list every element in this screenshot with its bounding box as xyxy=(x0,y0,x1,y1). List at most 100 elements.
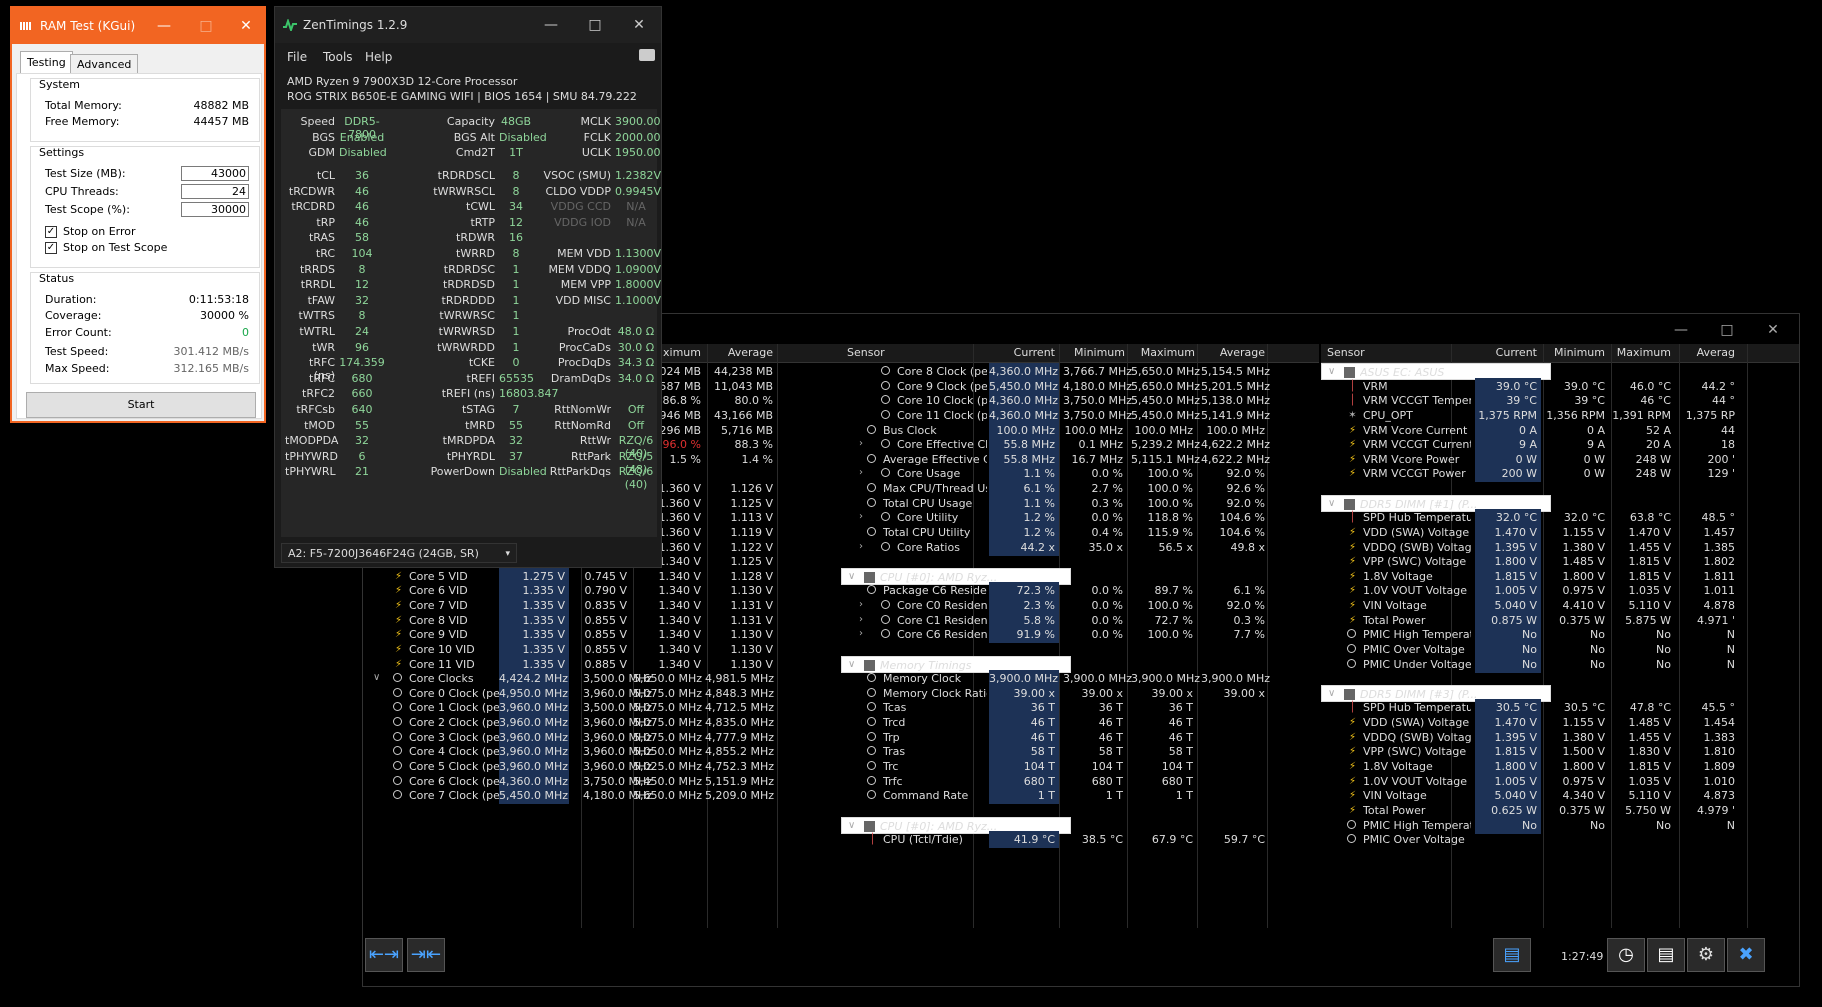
menu-help[interactable]: Help xyxy=(365,50,392,64)
close-icon[interactable]: ✕ xyxy=(1763,322,1783,338)
max-speed-row: Max Speed: 312.165 MB/s xyxy=(45,362,249,378)
column-header[interactable]: Sensor Current Minimum Maximum Average xyxy=(841,344,1319,363)
chevron-down-icon[interactable]: ∨ xyxy=(848,820,855,831)
close-icon[interactable]: ✕ xyxy=(236,16,256,36)
clock-circle-icon xyxy=(881,512,890,522)
chevron-down-icon[interactable]: ∨ xyxy=(848,571,855,582)
network-icon[interactable]: ▤ xyxy=(1493,938,1531,972)
sensor-min-value: 0.375 W xyxy=(1559,613,1605,627)
sensor-min-value: 1 T xyxy=(1105,789,1123,803)
chevron-right-icon[interactable]: › xyxy=(859,541,863,552)
sensor-name: Core Utility xyxy=(897,511,959,525)
menu-tools[interactable]: Tools xyxy=(323,50,353,64)
sensor-name: 1.0V VOUT Voltage xyxy=(1363,584,1468,598)
sensor-min-value: No xyxy=(1590,628,1605,642)
start-button[interactable]: Start xyxy=(26,392,256,418)
sensor-max-value: 56.5 x xyxy=(1158,540,1194,554)
sensor-name: PMIC High Temperat... xyxy=(1363,628,1471,642)
chevron-right-icon[interactable]: › xyxy=(859,628,863,639)
clock-circle-icon xyxy=(393,746,402,756)
lightning-icon: ⚡ xyxy=(1348,453,1357,465)
chevron-right-icon[interactable]: › xyxy=(859,599,863,610)
timing-label: tRDRDDD xyxy=(441,293,495,307)
sensor-pane-2[interactable]: Sensor Current Minimum Maximum Average Core 8… xyxy=(841,344,1319,928)
tab-advanced[interactable]: Advanced xyxy=(70,54,139,75)
clock-circle-icon xyxy=(393,775,402,785)
sensor-avg-value: 1.125 V xyxy=(730,555,773,569)
sensor-pane-3[interactable]: Sensor Current Minimum Maximum Averag ∨ ASUS E… xyxy=(1321,344,1799,928)
column-header-label[interactable]: Maximum xyxy=(1611,346,1671,359)
report-icon[interactable]: ▤ xyxy=(1647,938,1685,972)
sensor-name: Core 9 Clock (per... xyxy=(897,379,987,393)
column-header-label[interactable]: Average xyxy=(705,346,773,359)
column-header-label[interactable]: Averag xyxy=(1675,346,1735,359)
column-header-label[interactable]: Maximum xyxy=(1133,346,1195,359)
system-group: System Total Memory: 48882 MB Free Memory… xyxy=(30,78,260,142)
cpu-threads-input[interactable]: 24 xyxy=(181,184,249,199)
minimize-icon[interactable]: — xyxy=(541,15,561,35)
maximize-icon[interactable]: □ xyxy=(585,15,605,35)
sensor-cur-value: 3,960.0 MHz xyxy=(499,760,569,773)
sensor-row[interactable]: Core 7 Clock (per...5,450.0 MHz 4,180.0 M… xyxy=(363,787,841,805)
maximize-icon[interactable]: □ xyxy=(196,16,216,36)
test-scope-input[interactable]: 30000 xyxy=(181,202,249,217)
sensor-max-value: 1,391 RPM xyxy=(1612,408,1671,422)
sensor-avg-value: N xyxy=(1726,642,1735,656)
sensor-avg-value: 4,981.5 MHz xyxy=(705,672,775,686)
sensor-min-value: 4,180.0 MHz xyxy=(1063,379,1133,393)
maximize-icon[interactable]: □ xyxy=(1717,322,1737,338)
column-header[interactable]: Sensor Current Minimum Maximum Averag xyxy=(1321,344,1799,363)
sensor-max-value: 5,650.0 MHz xyxy=(633,789,703,803)
collapse-arrows-icon[interactable]: ⇥⇤ xyxy=(407,938,445,972)
column-header-label[interactable]: Average xyxy=(1201,346,1265,359)
sensor-name: Core C6 Residency xyxy=(897,628,987,642)
chevron-right-icon[interactable]: › xyxy=(859,467,863,478)
zen-titlebar[interactable]: ZenTimings 1.2.9 — □ ✕ xyxy=(275,7,661,43)
sensor-avg-value: 88.3 % xyxy=(734,438,773,452)
timing-label: tRP xyxy=(316,215,335,229)
chevron-down-icon[interactable]: ∨ xyxy=(1328,366,1335,377)
chevron-down-icon[interactable]: ∨ xyxy=(1328,688,1335,699)
sensor-name: 1.8V Voltage xyxy=(1363,569,1433,583)
timing-value: 34 xyxy=(509,200,523,214)
timing-label: ProcOdt xyxy=(567,325,611,338)
chevron-right-icon[interactable]: › xyxy=(859,511,863,522)
test-size-input[interactable]: 43000 xyxy=(181,166,249,181)
module-select[interactable]: A2: F5-7200J3646F24G (24GB, SR) ▾ xyxy=(281,543,517,563)
settings-gear-icon[interactable]: ⚙ xyxy=(1687,938,1725,972)
test-speed-label: Test Speed: xyxy=(45,345,109,358)
sensor-row[interactable]: │ CPU (Tctl/Tdie) 41.9 °C 38.5 °C 67.9 °C 59.… xyxy=(841,831,1319,849)
hwinfo-toolbar: ⇤⇥ ⇥⇤ ▤ 1:27:49 ◷ ▤ ⚙ ✖ xyxy=(363,928,1799,986)
menu-file[interactable]: File xyxy=(287,50,307,64)
column-header-label[interactable]: Current xyxy=(1479,346,1537,359)
column-header-label[interactable]: Current xyxy=(993,346,1055,359)
chevron-down-icon[interactable]: ∨ xyxy=(373,672,380,683)
minimize-icon[interactable]: — xyxy=(154,16,174,36)
column-header-label[interactable]: Sensor xyxy=(1327,346,1365,359)
chip-icon xyxy=(864,571,875,583)
sensor-avg-value: 1.131 V xyxy=(730,599,773,613)
minimize-icon[interactable]: — xyxy=(1671,322,1691,338)
column-header-label[interactable]: Minimum xyxy=(1063,346,1125,359)
chevron-down-icon[interactable]: ∨ xyxy=(1328,498,1335,509)
stop-on-error-checkbox[interactable]: ✓ xyxy=(45,226,57,238)
chevron-right-icon[interactable]: › xyxy=(859,614,863,625)
sensor-name: VDDQ (SWB) Voltage xyxy=(1363,540,1471,554)
sensor-cur-value: 1.335 V xyxy=(522,657,565,671)
exit-icon[interactable]: ✖ xyxy=(1727,938,1765,972)
ramtest-titlebar[interactable]: RAM Test (KGui) — □ ✕ xyxy=(12,8,264,44)
close-icon[interactable]: ✕ xyxy=(629,15,649,35)
timing-label: RttNomWr xyxy=(554,403,611,416)
tab-testing[interactable]: Testing xyxy=(20,51,73,75)
column-header-label[interactable]: Sensor xyxy=(847,346,885,359)
column-header-label[interactable]: Minimum xyxy=(1543,346,1605,359)
chevron-down-icon[interactable]: ∨ xyxy=(848,659,855,670)
timing-label: tMRDPDA xyxy=(442,434,495,448)
camera-icon[interactable] xyxy=(639,49,655,61)
clock-icon[interactable]: ◷ xyxy=(1607,938,1645,972)
sensor-row[interactable]: PMIC Over Voltage xyxy=(1321,831,1799,848)
sensor-max-value: 1.340 V xyxy=(658,584,701,598)
chevron-right-icon[interactable]: › xyxy=(859,438,863,449)
expand-arrows-icon[interactable]: ⇤⇥ xyxy=(365,938,403,972)
stop-on-test-scope-checkbox[interactable]: ✓ xyxy=(45,242,57,254)
